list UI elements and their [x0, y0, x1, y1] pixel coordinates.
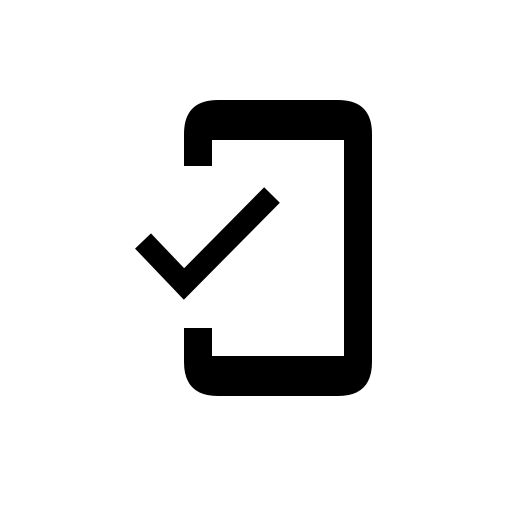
mobile-check-icon — [135, 100, 372, 396]
icon-canvas — [0, 0, 512, 512]
checkmark-shape — [135, 187, 280, 300]
